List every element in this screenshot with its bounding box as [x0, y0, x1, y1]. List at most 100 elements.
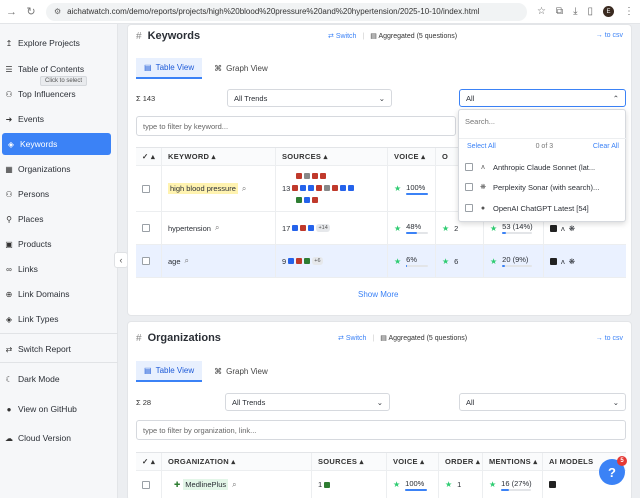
clear-all-button[interactable]: Clear All [593, 143, 619, 150]
anthropic-icon[interactable]: ʌ [561, 224, 565, 233]
switch-button[interactable]: ⇄ Switch [328, 32, 356, 40]
help-button[interactable]: ? 5 [599, 456, 627, 485]
tab-graph-view[interactable]: ⌘ Graph View [206, 361, 276, 382]
source-icon[interactable] [348, 185, 355, 191]
row-checkbox[interactable] [136, 245, 162, 277]
dropdown-option[interactable]: ❋ Perplexity Sonar (with search)... [465, 178, 623, 196]
row-checkbox[interactable] [136, 212, 162, 244]
header-mentions[interactable]: MENTIONS ▴ [483, 453, 543, 470]
keyword-link[interactable]: age [168, 257, 181, 266]
sidebar-item-places[interactable]: ⚲ Places [0, 208, 116, 230]
source-icon[interactable] [300, 185, 307, 191]
tab-graph-view[interactable]: ⌘ Graph View [206, 58, 276, 79]
bookmark-star-icon[interactable]: ☆ [537, 6, 546, 17]
row-checkbox[interactable] [136, 166, 162, 211]
reload-icon[interactable]: ↻ [26, 5, 36, 18]
source-icon[interactable] [304, 258, 311, 264]
sidebar-item-organizations[interactable]: ▦ Organizations [0, 158, 116, 180]
source-icon[interactable] [292, 185, 299, 191]
more-sources-badge[interactable]: +6 [312, 257, 323, 265]
sidebar-item-link-domains[interactable]: ⊕ Link Domains [0, 283, 116, 305]
source-icon[interactable] [316, 185, 323, 191]
source-icon[interactable] [296, 197, 302, 203]
source-icon[interactable] [296, 173, 302, 179]
sidebar-item-persons[interactable]: ⚇ Persons [0, 183, 116, 205]
address-bar[interactable]: ⚙ aichatwatch.com/demo/reports/projects/… [46, 2, 527, 21]
tab-table-view[interactable]: ▤ Table View [136, 361, 203, 382]
header-sources[interactable]: SOURCES ▴ [312, 453, 387, 470]
chatgpt-icon[interactable] [550, 224, 557, 232]
source-icon[interactable] [304, 197, 310, 203]
to-csv-link[interactable]: → to csv [596, 335, 623, 342]
forward-icon[interactable]: → [6, 6, 17, 18]
sidebar-item-links[interactable]: ∞ Links [0, 258, 116, 280]
trend-select[interactable]: All Trends ⌄ [225, 393, 390, 411]
switch-button[interactable]: ⇄ Switch [338, 334, 366, 342]
row-checkbox[interactable] [136, 471, 162, 498]
trend-select[interactable]: All Trends ⌄ [227, 89, 392, 107]
source-icon[interactable] [300, 225, 307, 231]
select-all-header[interactable]: ✓ ▴ [136, 148, 162, 165]
organization-link[interactable]: MedlinePlus [183, 479, 229, 490]
sidebar-item-github[interactable]: ● View on GitHub [0, 398, 116, 420]
dropdown-search-input[interactable]: Search... [465, 117, 495, 126]
sidebar-collapse-button[interactable]: ‹ [114, 252, 128, 268]
tab-table-view[interactable]: ▤ Table View [136, 58, 203, 79]
keyword-filter-input[interactable]: type to filter by keyword... [136, 116, 456, 136]
source-icon[interactable] [288, 258, 295, 264]
source-icon[interactable] [312, 197, 318, 203]
header-sources[interactable]: SOURCES ▴ [276, 148, 388, 165]
keyword-link[interactable]: high blood pressure [168, 183, 238, 194]
source-icon[interactable] [332, 185, 339, 191]
header-order[interactable]: ORDER ▴ [439, 453, 483, 470]
header-keyword[interactable]: KEYWORD ▴ [162, 148, 276, 165]
sidebar-item-switch-report[interactable]: ⇄ Switch Report [0, 338, 116, 360]
header-voice[interactable]: VOICE ▴ [387, 453, 439, 470]
keyword-link[interactable]: hypertension [168, 224, 211, 233]
sidebar-item-top-influencers[interactable]: ⚇ Top Influencers [0, 83, 116, 105]
download-icon[interactable]: ⤓ [573, 6, 577, 17]
show-more-button[interactable]: Show More [358, 290, 398, 299]
to-csv-link[interactable]: → to csv [596, 32, 623, 39]
search-icon[interactable]: ⌕ [185, 256, 189, 266]
profile-avatar[interactable]: E [603, 6, 614, 17]
header-organization[interactable]: ORGANIZATION ▴ [162, 453, 312, 470]
source-icon[interactable] [340, 185, 347, 191]
organization-filter-input[interactable]: type to filter by organization, link... [136, 420, 626, 440]
anthropic-icon[interactable]: ʌ [561, 257, 565, 266]
extensions-icon[interactable]: ⧉ [556, 6, 563, 17]
source-icon[interactable] [308, 185, 315, 191]
source-icon[interactable] [304, 173, 310, 179]
sidebar-toggle-icon[interactable]: ▯ [587, 6, 593, 17]
sidebar-item-cloud-version[interactable]: ☁ Cloud Version [0, 427, 116, 449]
sidebar-item-link-types[interactable]: ◈ Link Types [0, 308, 116, 330]
chatgpt-icon[interactable] [549, 481, 556, 488]
source-icon[interactable] [320, 173, 326, 179]
select-all-header[interactable]: ✓ ▴ [136, 453, 162, 470]
dropdown-option[interactable]: ʌ Anthropic Claude Sonnet (lat... [465, 158, 623, 176]
source-icon[interactable] [324, 185, 331, 191]
source-icon[interactable] [324, 481, 331, 488]
search-icon[interactable]: ⌕ [242, 184, 246, 194]
sidebar-item-keywords[interactable]: ◈ Keywords [2, 133, 111, 155]
sidebar-item-dark-mode[interactable]: ☾ Dark Mode [0, 368, 116, 390]
sidebar-item-events[interactable]: ➜ Events [0, 108, 116, 130]
chatgpt-icon[interactable] [550, 257, 557, 265]
model-select[interactable]: All ⌄ [459, 393, 626, 411]
source-icon[interactable] [292, 225, 299, 231]
sidebar-item-products[interactable]: ▣ Products [0, 233, 116, 255]
search-icon[interactable]: ⌕ [215, 223, 219, 233]
dropdown-option[interactable]: ● OpenAI ChatGPT Latest [54] [465, 199, 623, 217]
search-icon[interactable]: ⌕ [232, 480, 236, 490]
more-sources-badge[interactable]: +14 [316, 224, 330, 232]
menu-kebab-icon[interactable]: ⋮ [624, 6, 634, 17]
sidebar-item-explore-projects[interactable]: ↥ Explore Projects [0, 32, 116, 54]
source-icon[interactable] [312, 173, 318, 179]
perplexity-icon[interactable]: ❋ [569, 224, 575, 233]
site-settings-icon[interactable]: ⚙ [54, 7, 61, 16]
select-all-button[interactable]: Select All [467, 143, 496, 150]
perplexity-icon[interactable]: ❋ [569, 257, 575, 266]
header-voice[interactable]: VOICE ▴ [388, 148, 436, 165]
source-icon[interactable] [296, 258, 303, 264]
source-icon[interactable] [308, 225, 315, 231]
